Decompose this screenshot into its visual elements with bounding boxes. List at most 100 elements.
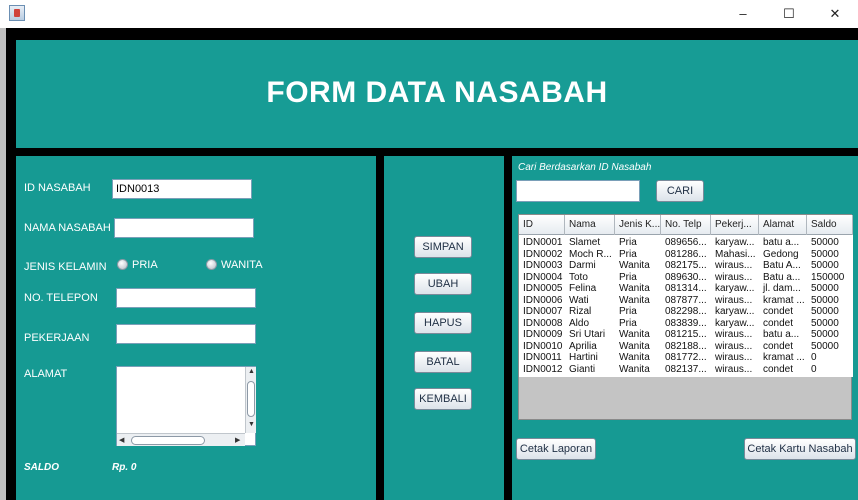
table-cell: batu a... [763, 329, 800, 340]
table-cell: 082298... [665, 306, 707, 317]
title-bar: – ☐ ✕ [0, 0, 858, 28]
table-cell: 081314... [665, 283, 707, 294]
table-cell: 50000 [811, 248, 839, 260]
table-row[interactable]: IDN0008 Aldo Pria 083839... karyaw... condet 5… [519, 318, 853, 329]
table-cell: Wanita [619, 340, 650, 352]
cetak-laporan-button[interactable]: Cetak Laporan [516, 438, 596, 460]
id-nasabah-field[interactable]: IDN0013 [112, 179, 252, 199]
kembali-button[interactable]: KEMBALI [414, 388, 472, 410]
table-cell: 50000 [811, 306, 839, 317]
id-nasabah-label: ID NASABAH [24, 182, 91, 194]
table-cell: Pria [619, 237, 637, 248]
table-cell: IDN0007 [523, 306, 563, 317]
radio-wanita[interactable] [206, 259, 217, 270]
table-cell: 082137... [665, 363, 707, 375]
table-row[interactable]: IDN0012 Gianti Wanita 082137... wiraus... con… [519, 364, 853, 375]
table-cell: IDN0011 [523, 352, 562, 363]
table-row[interactable]: IDN0010 Aprilia Wanita 082188... wiraus... co… [519, 341, 853, 352]
scroll-down-icon[interactable]: ▼ [246, 421, 257, 428]
table-header: ID Nama Jenis K... No. Telp Pekerj... Alamat S… [519, 215, 853, 235]
table-cell: Wanita [619, 352, 650, 363]
table-cell: karyaw... [715, 283, 755, 294]
table-cell: wiraus... [715, 294, 753, 306]
column-header[interactable]: Pekerj... [711, 215, 759, 235]
alamat-textarea[interactable]: ▲ ▼ ◀ ▶ [116, 366, 256, 446]
table-cell: Wanita [619, 294, 650, 306]
nasabah-table[interactable]: ID Nama Jenis K... No. Telp Pekerj... Alamat S… [518, 214, 853, 420]
column-header[interactable]: ID [519, 215, 565, 235]
column-header[interactable]: Saldo [807, 215, 853, 235]
table-cell: karyaw... [715, 237, 755, 248]
cetak-kartu-button[interactable]: Cetak Kartu Nasabah [744, 438, 856, 460]
batal-button[interactable]: BATAL [414, 351, 472, 373]
table-cell: Wanita [619, 363, 650, 375]
column-header[interactable]: No. Telp [661, 215, 711, 235]
table-cell: condet [763, 317, 794, 329]
table-cell: wiraus... [715, 363, 753, 375]
table-cell: 0 [811, 363, 817, 375]
no-telepon-field[interactable] [116, 288, 256, 308]
saldo-value: Rp. 0 [112, 462, 137, 473]
header-panel: FORM DATA NASABAH [16, 40, 858, 148]
table-cell: Pria [619, 317, 637, 329]
vertical-scrollbar[interactable]: ▲ ▼ [245, 367, 256, 433]
table-cell: Gedong [763, 248, 799, 260]
hapus-button[interactable]: HAPUS [414, 312, 472, 334]
table-cell: Wanita [619, 283, 650, 294]
table-cell: IDN0005 [523, 283, 563, 294]
jenis-kelamin-label: JENIS KELAMIN [24, 261, 107, 273]
pekerjaan-field[interactable] [116, 324, 256, 344]
nama-nasabah-field[interactable] [114, 218, 254, 238]
table-cell: wiraus... [715, 340, 753, 352]
horizontal-scrollbar[interactable]: ◀ ▶ [117, 433, 245, 446]
table-cell: Gianti [569, 363, 596, 375]
table-cell: IDN0012 [523, 363, 563, 375]
table-cell: Darmi [569, 260, 596, 271]
table-cell: IDN0008 [523, 317, 563, 329]
maximize-button[interactable]: ☐ [766, 2, 812, 26]
app-window: – ☐ ✕ FORM DATA NASABAH ID NASABAH IDN00… [0, 0, 858, 500]
table-row[interactable]: IDN0001 Slamet Pria 089656... karyaw... batu … [519, 237, 853, 248]
radio-wanita-label: WANITA [221, 259, 263, 271]
vertical-scroll-thumb[interactable] [247, 381, 255, 417]
scroll-up-icon[interactable]: ▲ [246, 368, 257, 375]
table-cell: 081286... [665, 248, 707, 260]
table-row[interactable]: IDN0007 Rizal Pria 082298... karyaw... condet… [519, 306, 853, 317]
pekerjaan-label: PEKERJAAN [24, 332, 90, 344]
table-row[interactable]: IDN0009 Sri Utari Wanita 081215... wiraus...… [519, 329, 853, 340]
table-row[interactable]: IDN0011 Hartini Wanita 081772... wiraus... kr… [519, 352, 853, 363]
table-cell: Aprilia [569, 340, 597, 352]
scroll-left-icon[interactable]: ◀ [119, 436, 124, 444]
data-panel: Cari Berdasarkan ID Nasabah CARI ID Nama J… [512, 156, 858, 500]
table-cell: 089656... [665, 237, 707, 248]
close-button[interactable]: ✕ [812, 2, 858, 26]
table-cell: condet [763, 363, 794, 375]
search-input[interactable] [516, 180, 640, 202]
horizontal-scroll-thumb[interactable] [131, 436, 205, 445]
column-header[interactable]: Nama [565, 215, 615, 235]
form-panel: ID NASABAH IDN0013 NAMA NASABAH JENIS KE… [16, 156, 376, 500]
simpan-button[interactable]: SIMPAN [414, 236, 472, 258]
alamat-label: ALAMAT [24, 368, 68, 380]
column-header[interactable]: Alamat [759, 215, 807, 235]
table-row[interactable]: IDN0006 Wati Wanita 087877... wiraus... krama… [519, 295, 853, 306]
table-cell: Wati [569, 294, 589, 306]
table-cell: 081772... [665, 352, 707, 363]
table-cell: 50000 [811, 260, 839, 271]
radio-pria[interactable] [117, 259, 128, 270]
table-cell: wiraus... [715, 352, 753, 363]
minimize-button[interactable]: – [720, 2, 766, 26]
scroll-right-icon[interactable]: ▶ [235, 436, 240, 444]
table-cell: IDN0006 [523, 294, 563, 306]
table-row[interactable]: IDN0002 Moch R... Pria 081286... Mahasi... Ge… [519, 249, 853, 260]
table-row[interactable]: IDN0003 Darmi Wanita 082175... wiraus... Batu… [519, 260, 853, 271]
ubah-button[interactable]: UBAH [414, 273, 472, 295]
table-cell: 081215... [665, 329, 707, 340]
table-row[interactable]: IDN0004 Toto Pria 089630... wiraus... Batu a.… [519, 272, 853, 283]
table-cell: IDN0010 [523, 340, 563, 352]
table-row[interactable]: IDN0005 Felina Wanita 081314... karyaw... jl.… [519, 283, 853, 294]
table-cell: 150000 [811, 271, 845, 283]
cari-button[interactable]: CARI [656, 180, 704, 202]
column-header[interactable]: Jenis K... [615, 215, 661, 235]
table-cell: wiraus... [715, 329, 753, 340]
